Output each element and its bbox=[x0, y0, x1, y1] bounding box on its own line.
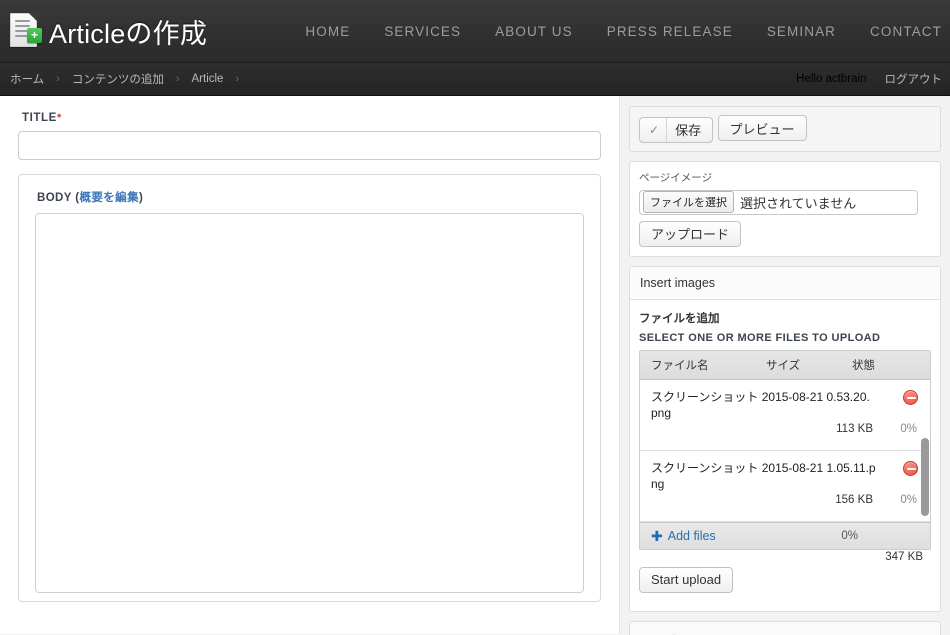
remove-circle-icon[interactable] bbox=[903, 461, 918, 476]
nav-item-seminar[interactable]: SEMINAR bbox=[750, 24, 853, 39]
breadcrumb-bar: ホーム › コンテンツの追加 › Article › Hello actbrai… bbox=[0, 63, 950, 96]
breadcrumb-separator-icon: › bbox=[44, 73, 72, 85]
add-files-button[interactable]: ✚ Add files bbox=[651, 529, 716, 543]
logout-link[interactable]: ログアウト bbox=[885, 71, 943, 87]
save-button-label: 保存 bbox=[667, 120, 712, 139]
title-input[interactable] bbox=[18, 131, 601, 160]
add-file-label: ファイルを追加 bbox=[639, 310, 931, 326]
body-field-label: BODY (概要を編集) bbox=[37, 189, 584, 205]
body-field-group: BODY (概要を編集) bbox=[18, 174, 601, 602]
nav-item-about-us[interactable]: ABOUT US bbox=[478, 24, 590, 39]
breadcrumb-item-article[interactable]: Article bbox=[192, 73, 224, 85]
save-button[interactable]: ✓ 保存 bbox=[639, 117, 713, 143]
user-actions: Hello actbrain ログアウト bbox=[796, 71, 942, 87]
document-plus-icon: + bbox=[10, 13, 40, 49]
file-size: 156 KB bbox=[835, 494, 873, 506]
content-form-column: TITLE* BODY (概要を編集) bbox=[0, 96, 620, 634]
column-header-filename: ファイル名 bbox=[640, 357, 766, 373]
remove-circle-icon[interactable] bbox=[903, 390, 918, 405]
page-body: TITLE* BODY (概要を編集) ✓ 保存 プレビュー ページイメージ フ… bbox=[0, 96, 950, 634]
preview-button[interactable]: プレビュー bbox=[718, 115, 807, 141]
total-size-row: 347 KB bbox=[639, 550, 931, 566]
upload-button[interactable]: アップロード bbox=[639, 221, 741, 247]
form-actions-panel: ✓ 保存 プレビュー bbox=[629, 106, 941, 152]
plus-icon: ✚ bbox=[651, 529, 663, 543]
required-marker: * bbox=[57, 112, 62, 124]
file-list-scrollbar[interactable] bbox=[921, 438, 929, 516]
brand: + Articleの作成 bbox=[10, 12, 207, 51]
page-image-panel: ページイメージ ファイルを選択 選択されていません アップロード bbox=[629, 161, 941, 257]
breadcrumb-item-home[interactable]: ホーム bbox=[10, 71, 44, 87]
sidebar-column: ✓ 保存 プレビュー ページイメージ ファイルを選択 選択されていません アップ… bbox=[620, 96, 950, 635]
select-files-hint: SELECT ONE OR MORE FILES TO UPLOAD bbox=[639, 332, 931, 344]
main-navigation: HOME SERVICES ABOUT US PRESS RELEASE SEM… bbox=[288, 24, 950, 39]
total-progress: 0% bbox=[841, 530, 930, 542]
file-name: スクリーンショット 2015-08-21 0.53.20.png bbox=[651, 389, 876, 421]
insert-images-title: Insert images bbox=[630, 267, 940, 300]
category-panel: カテゴリ bbox=[629, 621, 941, 635]
fileupload-table-header: ファイル名 サイズ 状態 bbox=[640, 351, 930, 380]
page-image-file-input[interactable]: ファイルを選択 選択されていません bbox=[639, 190, 918, 215]
choose-file-button[interactable]: ファイルを選択 bbox=[643, 191, 734, 213]
file-name: スクリーンショット 2015-08-21 1.05.11.png bbox=[651, 460, 876, 492]
page-image-label: ページイメージ bbox=[639, 170, 931, 185]
table-row: スクリーンショット 2015-08-21 0.53.20.png 113 KB … bbox=[640, 380, 930, 451]
page-title: Articleの作成 bbox=[49, 12, 207, 51]
start-upload-button[interactable]: Start upload bbox=[639, 567, 733, 593]
category-label: カテゴリ bbox=[640, 632, 930, 635]
nav-item-home[interactable]: HOME bbox=[288, 24, 367, 39]
edit-summary-link[interactable]: 概要を編集 bbox=[79, 192, 139, 204]
nav-item-services[interactable]: SERVICES bbox=[367, 24, 478, 39]
total-size: 347 KB bbox=[885, 551, 923, 563]
fileupload-table: ファイル名 サイズ 状態 スクリーンショット 2015-08-21 0.53.2… bbox=[639, 350, 931, 550]
insert-images-panel: Insert images ファイルを追加 SELECT ONE OR MORE… bbox=[629, 266, 941, 612]
file-progress: 0% bbox=[873, 423, 917, 435]
file-progress: 0% bbox=[873, 494, 917, 506]
nav-item-contact[interactable]: CONTACT bbox=[853, 24, 950, 39]
column-header-status: 状態 bbox=[852, 357, 930, 373]
user-greeting: Hello actbrain bbox=[796, 73, 866, 85]
breadcrumb-separator-icon: › bbox=[223, 73, 251, 85]
file-size: 113 KB bbox=[836, 423, 873, 435]
fileupload-table-footer: ✚ Add files 0% bbox=[640, 522, 930, 549]
app-header: + Articleの作成 HOME SERVICES ABOUT US PRES… bbox=[0, 0, 950, 63]
nav-item-press-release[interactable]: PRESS RELEASE bbox=[590, 24, 750, 39]
breadcrumb-item-add-content[interactable]: コンテンツの追加 bbox=[72, 71, 164, 87]
breadcrumb-separator-icon: › bbox=[164, 73, 192, 85]
body-textarea[interactable] bbox=[35, 213, 584, 593]
check-icon: ✓ bbox=[640, 118, 667, 142]
selected-file-name: 選択されていません bbox=[734, 193, 856, 212]
column-header-size: サイズ bbox=[766, 357, 852, 373]
table-row: スクリーンショット 2015-08-21 1.05.11.png 156 KB … bbox=[640, 451, 930, 522]
title-field-label: TITLE* bbox=[22, 112, 601, 124]
insert-images-body: ファイルを追加 SELECT ONE OR MORE FILES TO UPLO… bbox=[630, 300, 940, 611]
add-files-label: Add files bbox=[668, 529, 716, 543]
fileupload-list[interactable]: スクリーンショット 2015-08-21 0.53.20.png 113 KB … bbox=[640, 380, 930, 522]
breadcrumb: ホーム › コンテンツの追加 › Article › bbox=[10, 71, 251, 87]
